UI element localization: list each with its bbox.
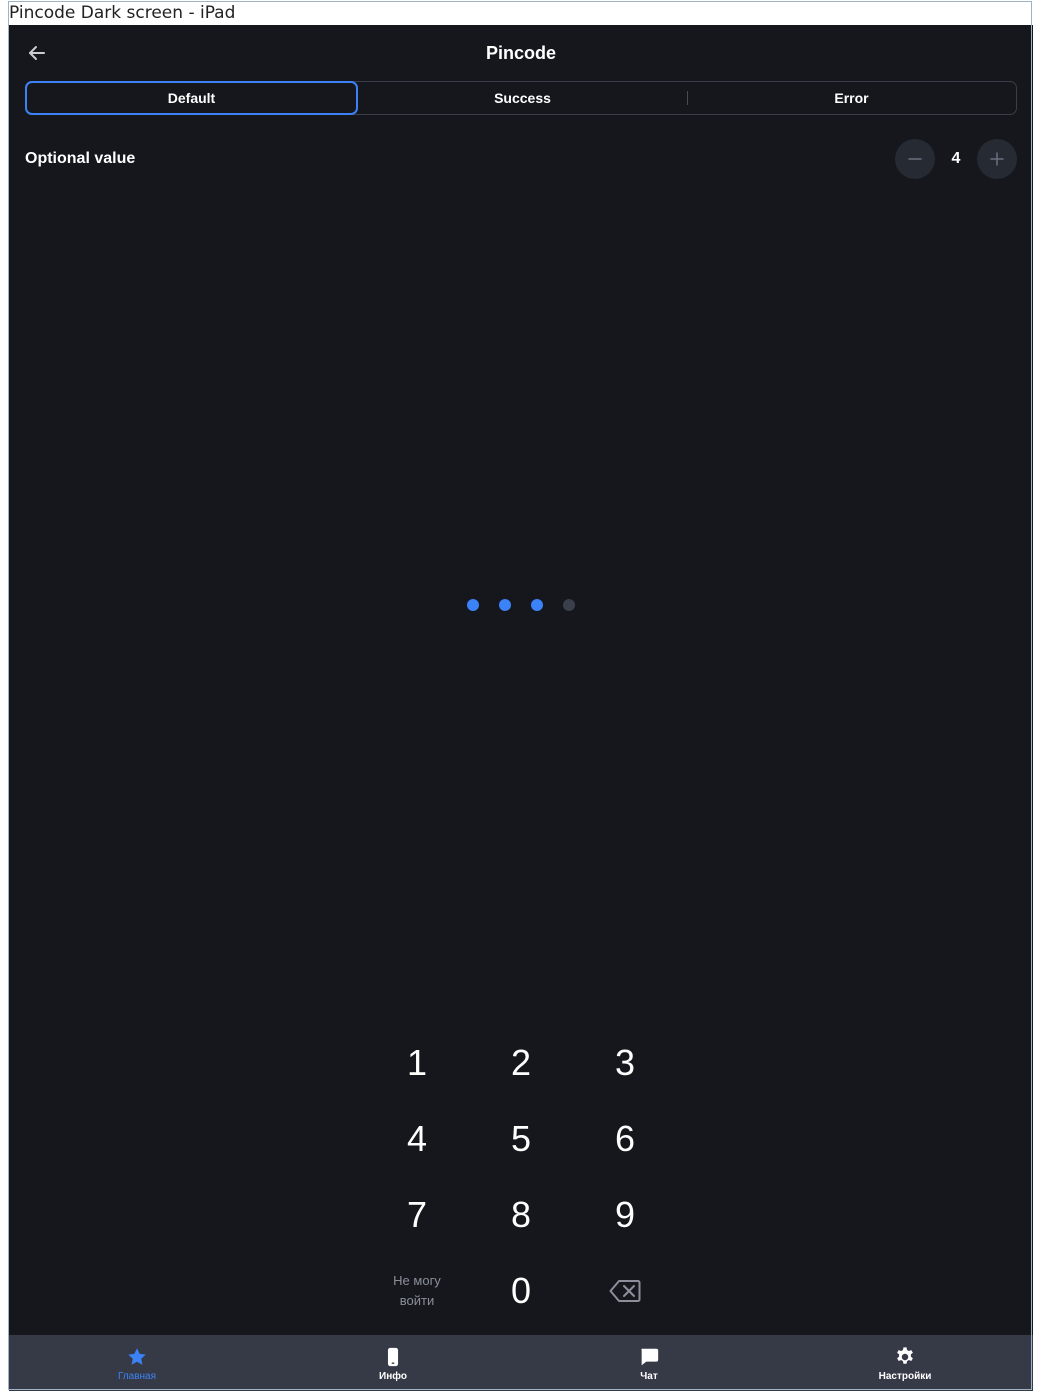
pin-dot-empty xyxy=(563,599,575,611)
key-7[interactable]: 7 xyxy=(365,1177,469,1253)
segment-divider xyxy=(687,91,688,105)
page-title: Pincode xyxy=(485,43,556,63)
cant-login-line1: Не могу xyxy=(393,1273,441,1288)
segment-success[interactable]: Success xyxy=(358,82,687,114)
nav-label-info: Инфо xyxy=(379,1371,407,1382)
cant-login-line2: войти xyxy=(399,1293,435,1308)
state-segmented-control: Default Success Error xyxy=(25,81,1017,115)
segment-error-label: Error xyxy=(834,90,869,106)
segment-default[interactable]: Default xyxy=(25,81,358,115)
star-icon xyxy=(126,1346,148,1368)
segment-success-label: Success xyxy=(494,90,551,106)
nav-item-chat[interactable]: Чат xyxy=(521,1335,777,1391)
pincode-screen: Pincode Default Success Error Optional v… xyxy=(9,25,1033,1391)
nav-label-settings: Настройки xyxy=(878,1371,932,1382)
gear-icon xyxy=(894,1346,916,1368)
optional-value-label: Optional value xyxy=(25,150,136,167)
key-6[interactable]: 6 xyxy=(573,1101,677,1177)
nav-item-settings[interactable]: Настройки xyxy=(777,1335,1033,1391)
key-3[interactable]: 3 xyxy=(573,1025,677,1101)
backspace-icon xyxy=(609,1280,641,1302)
increment-button[interactable] xyxy=(977,139,1017,179)
pin-dot-filled xyxy=(531,599,543,611)
nav-item-home[interactable]: Главная xyxy=(9,1335,265,1391)
decrement-button[interactable] xyxy=(895,139,935,179)
plus-icon xyxy=(990,152,1004,166)
key-2[interactable]: 2 xyxy=(469,1025,573,1101)
minus-icon xyxy=(908,158,922,160)
optional-value-stepper: 4 xyxy=(895,139,1017,179)
key-5[interactable]: 5 xyxy=(469,1101,573,1177)
chat-icon xyxy=(638,1346,660,1368)
segment-error[interactable]: Error xyxy=(687,82,1016,114)
cant-login-button[interactable]: Не могу войти xyxy=(365,1253,469,1329)
key-0[interactable]: 0 xyxy=(469,1253,573,1329)
nav-label-home: Главная xyxy=(117,1371,157,1382)
key-4[interactable]: 4 xyxy=(365,1101,469,1177)
window-title: Pincode Dark screen - iPad xyxy=(9,3,236,23)
pin-dot-filled xyxy=(499,599,511,611)
pin-dot-filled xyxy=(467,599,479,611)
key-8[interactable]: 8 xyxy=(469,1177,573,1253)
key-9[interactable]: 9 xyxy=(573,1177,677,1253)
phone-icon xyxy=(382,1346,404,1368)
bottom-navigation: Главная Инфо Чат Настройки xyxy=(9,1335,1033,1391)
key-1[interactable]: 1 xyxy=(365,1025,469,1101)
nav-label-chat: Чат xyxy=(640,1371,658,1382)
nav-item-info[interactable]: Инфо xyxy=(265,1335,521,1391)
keypad: 1 2 3 4 5 6 7 8 9 Не могу войти 0 xyxy=(365,1025,677,1329)
stepper-value: 4 xyxy=(951,150,961,167)
pin-indicator xyxy=(9,599,1033,611)
backspace-button[interactable] xyxy=(573,1253,677,1329)
